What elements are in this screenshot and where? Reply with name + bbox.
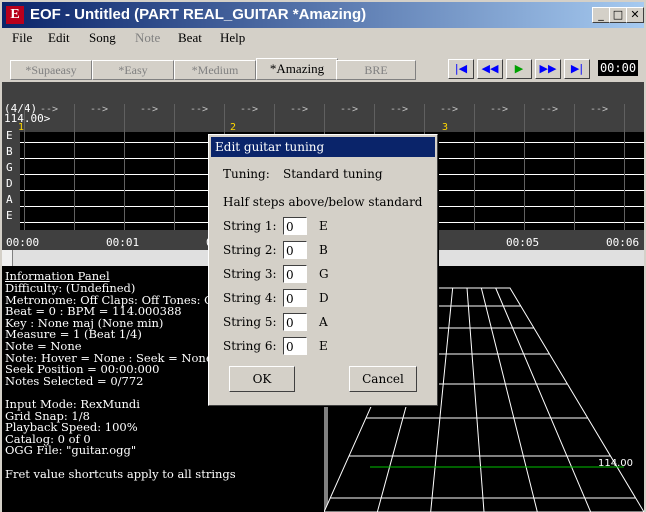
- beat-arrow: -->: [540, 104, 559, 115]
- string-label: D: [6, 177, 13, 190]
- beat-arrow: -->: [490, 104, 509, 115]
- measure-marker: 3: [442, 122, 449, 133]
- skip-to-start-button[interactable]: |◀: [448, 59, 474, 79]
- string-1-offset-input[interactable]: 0: [283, 217, 307, 235]
- tab-supaeasy[interactable]: *Supaeasy: [10, 60, 92, 80]
- skip-to-end-button[interactable]: ▶|: [564, 59, 590, 79]
- menu-beat[interactable]: Beat: [178, 30, 202, 46]
- timeline-tick: 00:01: [106, 236, 140, 249]
- measure-marker: 2: [230, 122, 237, 133]
- dialog-title: Edit guitar tuning: [211, 137, 435, 157]
- beat-gridline: [174, 104, 175, 230]
- half-steps-label: Half steps above/below standard: [223, 195, 423, 209]
- play-button[interactable]: ▶: [506, 59, 532, 79]
- ok-button[interactable]: OK: [229, 366, 295, 392]
- beat-gridline: [624, 104, 625, 230]
- tab-medium[interactable]: *Medium: [174, 60, 256, 80]
- menu-help[interactable]: Help: [220, 30, 245, 46]
- string-2-label: String 2:: [223, 243, 277, 257]
- timeline-tick: 00:06: [606, 236, 640, 249]
- string-6-offset-input[interactable]: 0: [283, 337, 307, 355]
- scrollbar-thumb[interactable]: [2, 250, 13, 266]
- beat-arrow: -->: [240, 104, 259, 115]
- string-4-offset-input[interactable]: 0: [283, 289, 307, 307]
- rewind-button[interactable]: ◀◀: [477, 59, 503, 79]
- info-line: Notes Selected = 0/772: [5, 373, 144, 388]
- close-button[interactable]: ✕: [626, 7, 644, 23]
- string-5-offset-input[interactable]: 0: [283, 313, 307, 331]
- beat-arrow: -->: [290, 104, 309, 115]
- skip-to-end-icon: ▶|: [570, 62, 584, 75]
- fast-forward-icon: ▶▶: [539, 62, 557, 75]
- beat-gridline: [74, 104, 75, 230]
- beat-gridline: [574, 104, 575, 230]
- beat-arrow: -->: [140, 104, 159, 115]
- string-3-note: G: [319, 267, 329, 281]
- string-4-label: String 4:: [223, 291, 277, 305]
- string-5-label: String 5:: [223, 315, 277, 329]
- tab-amazing[interactable]: *Amazing: [256, 58, 338, 80]
- string-2-offset-input[interactable]: 0: [283, 241, 307, 259]
- eof-window: E EOF - Untitled (PART REAL_GUITAR *Amaz…: [0, 0, 646, 512]
- menu-song[interactable]: Song: [89, 30, 116, 46]
- edit-guitar-tuning-dialog: Edit guitar tuning Tuning: Standard tuni…: [208, 134, 438, 406]
- tab-easy[interactable]: *Easy: [92, 60, 174, 80]
- beat-arrow: -->: [190, 104, 209, 115]
- string-6-label: String 6:: [223, 339, 277, 353]
- string-label: A: [6, 193, 13, 206]
- info-line: Fret value shortcuts apply to all string…: [5, 466, 236, 481]
- string-3-label: String 3:: [223, 267, 277, 281]
- skip-to-start-icon: |◀: [454, 62, 468, 75]
- string-1-label: String 1:: [223, 219, 277, 233]
- menu-note[interactable]: Note: [135, 30, 160, 46]
- rewind-icon: ◀◀: [481, 62, 499, 75]
- info-line: OGG File: "guitar.ogg": [5, 443, 137, 458]
- beat-gridline: [524, 104, 525, 230]
- tab-bre[interactable]: BRE: [336, 60, 416, 80]
- string-2-note: B: [319, 243, 328, 257]
- timeline-tick: 00:05: [506, 236, 540, 249]
- string-label: E: [6, 129, 13, 142]
- string-5-note: A: [319, 315, 328, 329]
- title-bar[interactable]: E EOF - Untitled (PART REAL_GUITAR *Amaz…: [2, 2, 644, 28]
- string-6-note: E: [319, 339, 328, 353]
- beat-arrow: -->: [40, 104, 59, 115]
- 3d-bpm-label: 114.00: [598, 458, 633, 469]
- fast-forward-button[interactable]: ▶▶: [535, 59, 561, 79]
- string-label: B: [6, 145, 13, 158]
- measure-marker: 1: [18, 122, 25, 133]
- time-display: 00:00: [598, 60, 638, 76]
- beat-arrow: -->: [590, 104, 609, 115]
- string-4-note: D: [319, 291, 329, 305]
- menu-edit[interactable]: Edit: [48, 30, 70, 46]
- window-title: EOF - Untitled (PART REAL_GUITAR *Amazin…: [30, 6, 367, 23]
- beat-gridline: [24, 104, 25, 230]
- beat-arrow: -->: [90, 104, 109, 115]
- beat-arrow: -->: [390, 104, 409, 115]
- beat-arrow: -->: [340, 104, 359, 115]
- string-label: E: [6, 209, 13, 222]
- string-1-note: E: [319, 219, 328, 233]
- cancel-button[interactable]: Cancel: [349, 366, 417, 392]
- play-icon: ▶: [514, 62, 524, 75]
- beat-gridline: [124, 104, 125, 230]
- tuning-label: Tuning:: [223, 167, 270, 181]
- minimize-button[interactable]: _: [592, 7, 610, 23]
- tuning-value: Standard tuning: [283, 167, 383, 181]
- timeline-tick: 00:00: [6, 236, 40, 249]
- string-label: G: [6, 161, 13, 174]
- menu-file[interactable]: File: [12, 30, 32, 46]
- maximize-button[interactable]: □: [609, 7, 627, 23]
- beat-arrow: -->: [440, 104, 459, 115]
- beat-gridline: [474, 104, 475, 230]
- string-3-offset-input[interactable]: 0: [283, 265, 307, 283]
- eof-app-icon: E: [6, 6, 24, 24]
